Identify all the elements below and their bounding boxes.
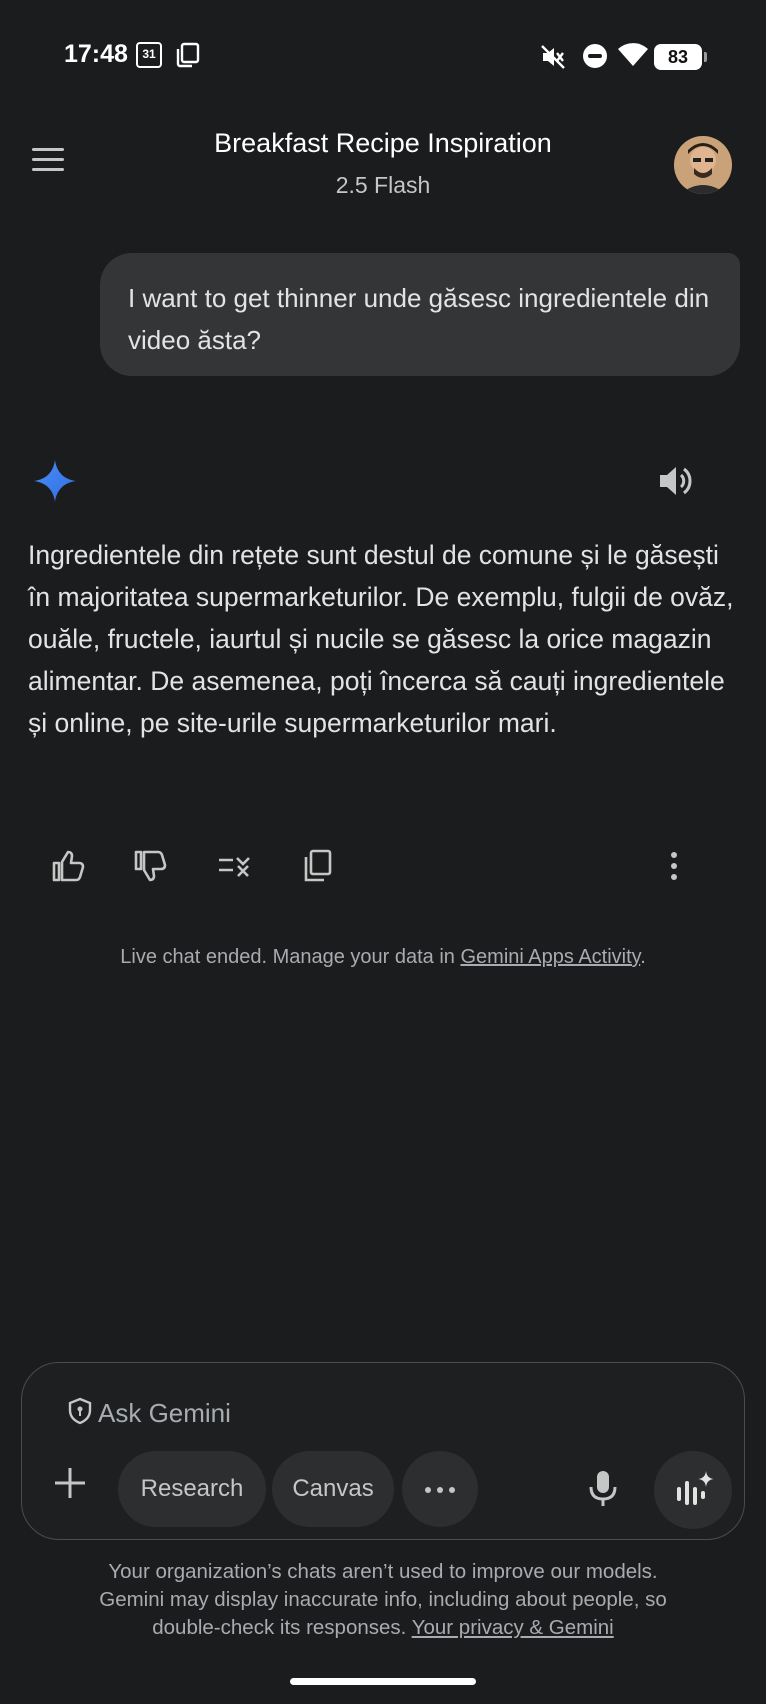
status-bar: 17:48 31 83 bbox=[0, 0, 766, 110]
more-options-icon[interactable] bbox=[656, 848, 696, 888]
canvas-button[interactable]: Canvas bbox=[272, 1451, 394, 1527]
response-actions bbox=[0, 848, 766, 888]
do-not-disturb-icon bbox=[583, 44, 607, 68]
disclaimer-line-3: double-check its responses. Your privacy… bbox=[0, 1614, 766, 1642]
model-selector[interactable]: 2.5 Flash bbox=[0, 172, 766, 199]
status-time: 17:48 bbox=[64, 40, 128, 68]
response-text: Ingredientele din rețete sunt destul de … bbox=[28, 540, 734, 738]
thumbs-down-icon[interactable] bbox=[132, 848, 172, 888]
add-attachment-icon[interactable] bbox=[50, 1463, 90, 1503]
disclaimer: Your organization’s chats aren’t used to… bbox=[0, 1558, 766, 1642]
shield-icon bbox=[68, 1397, 92, 1430]
gemini-live-button[interactable] bbox=[654, 1451, 732, 1529]
mute-icon bbox=[540, 44, 566, 75]
chat-title[interactable]: Breakfast Recipe Inspiration bbox=[0, 128, 766, 159]
user-message-bubble[interactable]: I want to get thinner unde găsesc ingred… bbox=[100, 253, 740, 376]
research-button[interactable]: Research bbox=[118, 1451, 266, 1527]
gemini-spark-icon bbox=[34, 460, 76, 507]
modify-response-icon[interactable] bbox=[216, 848, 256, 888]
gemini-chat-screen: 17:48 31 83 Breakfast Recipe Inspiration… bbox=[0, 0, 766, 1704]
screenshot-icon bbox=[176, 42, 200, 68]
copy-icon[interactable] bbox=[300, 848, 340, 888]
notice-suffix: . bbox=[640, 946, 646, 968]
speaker-icon[interactable] bbox=[658, 464, 694, 503]
privacy-link[interactable]: Your privacy & Gemini bbox=[412, 1616, 614, 1639]
disclaimer-line-2: Gemini may display inaccurate info, incl… bbox=[99, 1588, 667, 1611]
microphone-icon[interactable] bbox=[588, 1469, 618, 1514]
home-indicator[interactable] bbox=[290, 1678, 476, 1685]
calendar-icon: 31 bbox=[136, 42, 162, 68]
user-avatar[interactable] bbox=[674, 136, 732, 194]
gemini-apps-activity-link[interactable]: Gemini Apps Activity bbox=[460, 946, 640, 968]
wifi-icon bbox=[618, 42, 648, 73]
battery-icon: 83 bbox=[654, 44, 707, 70]
notice-text: Live chat ended. Manage your data in bbox=[120, 946, 461, 968]
ask-gemini-input[interactable] bbox=[98, 1391, 598, 1435]
disclaimer-line-1: Your organization’s chats aren’t used to… bbox=[108, 1560, 658, 1583]
live-chat-ended-notice: Live chat ended. Manage your data in Gem… bbox=[0, 946, 766, 969]
more-tools-button[interactable] bbox=[402, 1451, 478, 1527]
disclaimer-line-3-text: double-check its responses. bbox=[152, 1616, 412, 1639]
thumbs-up-icon[interactable] bbox=[50, 848, 90, 888]
prompt-input-box: Research Canvas bbox=[21, 1362, 745, 1540]
